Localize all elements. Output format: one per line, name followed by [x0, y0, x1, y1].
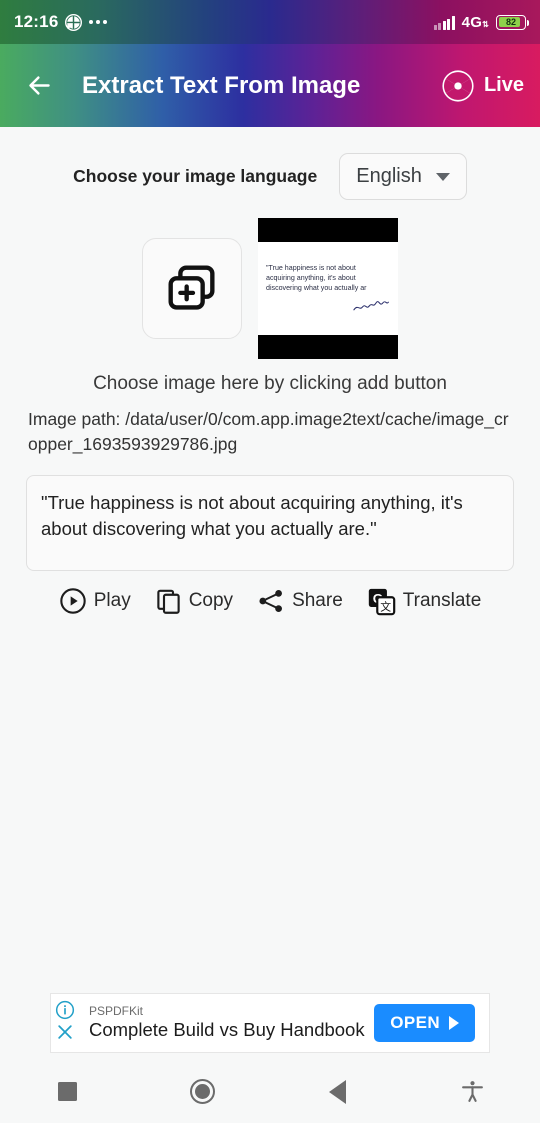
ad-body: PSPDFKit Complete Build vs Buy Handbook [89, 1003, 365, 1041]
triangle-left-icon [329, 1079, 346, 1104]
signature-icon [353, 301, 389, 311]
language-selected-value: English [356, 165, 422, 187]
arrow-left-icon [28, 76, 50, 95]
ad-meta [55, 1000, 75, 1042]
share-label: Share [292, 590, 343, 612]
battery-level: 82 [505, 17, 516, 27]
image-picker-row: "True happiness is not about acquiring a… [0, 218, 540, 359]
back-button[interactable] [18, 65, 60, 107]
status-bar-right: 4G⇅ 82 [433, 13, 529, 31]
recents-button[interactable] [33, 1067, 103, 1117]
play-label: Play [93, 590, 131, 612]
app-bar: Extract Text From Image Live [0, 44, 540, 127]
image-thumbnail[interactable]: "True happiness is not about acquiring a… [258, 218, 398, 359]
language-label: Choose your image language [73, 166, 318, 186]
battery-icon: 82 [496, 14, 529, 30]
add-image-button[interactable] [142, 238, 242, 339]
ad-open-button[interactable]: OPEN [374, 1004, 475, 1042]
ad-open-label: OPEN [390, 1013, 440, 1032]
play-arrow-icon [449, 1016, 459, 1030]
accessibility-icon [462, 1081, 483, 1102]
copy-label: Copy [188, 590, 234, 612]
extracted-text-box[interactable]: "True happiness is not about acquiring a… [26, 474, 514, 571]
clover-icon [65, 13, 83, 31]
ad-title: Complete Build vs Buy Handbook [89, 1019, 365, 1040]
live-button[interactable]: Live [441, 69, 524, 103]
add-image-stack-icon [168, 265, 215, 310]
status-bar: 12:16 4G⇅ 82 [0, 0, 540, 44]
thumbnail-line-1: "True happiness is not about [266, 263, 356, 272]
thumbnail-bottom-bar [258, 335, 398, 359]
image-path-text: Image path: /data/user/0/com.app.image2t… [28, 409, 509, 454]
picker-hint: Choose image here by clicking add button [93, 373, 447, 394]
copy-icon [157, 589, 180, 614]
page-title: Extract Text From Image [82, 71, 361, 99]
thumbnail-top-bar [258, 218, 398, 242]
system-nav-bar [0, 1060, 540, 1123]
signal-icon [433, 15, 455, 30]
network-type-label: 4G⇅ [461, 13, 489, 31]
share-icon [259, 590, 283, 613]
extracted-text: "True happiness is not about acquiring a… [41, 491, 463, 539]
thumbnail-body: "True happiness is not about acquiring a… [258, 242, 398, 335]
main-content: Choose your image language English "True… [0, 153, 540, 616]
close-x-icon[interactable] [55, 1022, 75, 1042]
accessibility-button[interactable] [438, 1067, 508, 1117]
back-button-nav[interactable] [303, 1067, 373, 1117]
language-row: Choose your image language English [0, 153, 540, 200]
home-button[interactable] [168, 1067, 238, 1117]
chevron-down-icon [435, 172, 450, 181]
thumbnail-line-2: acquiring anything, it's about [266, 273, 356, 282]
circle-icon [190, 1079, 215, 1104]
network-type-text: 4G [461, 13, 483, 31]
camera-shutter-icon [442, 69, 474, 102]
copy-button[interactable]: Copy [155, 588, 233, 615]
play-circle-icon [60, 588, 86, 614]
svg-text:文: 文 [380, 599, 391, 613]
action-row: Play Copy Share G 文 [0, 587, 540, 616]
more-dots-icon [89, 20, 108, 24]
translate-label: Translate [402, 590, 482, 612]
square-icon [58, 1082, 77, 1101]
ad-brand: PSPDFKit [89, 1003, 144, 1018]
info-circle-icon[interactable] [55, 1000, 75, 1020]
play-button[interactable]: Play [59, 587, 131, 615]
google-translate-icon: G 文 [368, 588, 396, 615]
language-select[interactable]: English [339, 153, 467, 200]
share-button[interactable]: Share [257, 587, 343, 615]
ad-banner[interactable]: PSPDFKit Complete Build vs Buy Handbook … [50, 993, 490, 1053]
translate-button[interactable]: G 文 Translate [367, 587, 482, 616]
live-label: Live [483, 74, 524, 96]
thumbnail-line-3: discovering what you actually ar [266, 284, 367, 293]
status-time: 12:16 [14, 12, 59, 31]
status-bar-left: 12:16 [14, 12, 108, 32]
